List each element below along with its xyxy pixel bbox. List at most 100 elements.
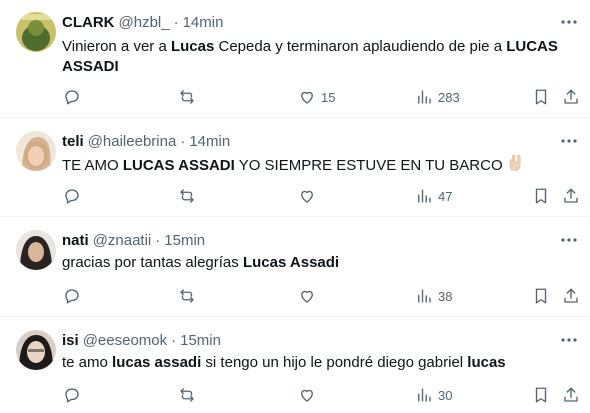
- like-button[interactable]: [298, 384, 321, 406]
- bookmark-icon: [535, 188, 547, 204]
- views-icon: [418, 388, 431, 402]
- reply-button[interactable]: [63, 185, 81, 207]
- more-icon: [561, 139, 577, 143]
- more-options-button[interactable]: [558, 330, 580, 350]
- tweet-text-highlight: lucas: [467, 354, 506, 371]
- retweet-icon: [180, 90, 194, 104]
- tweet-actions: 38: [0, 285, 590, 307]
- reply-button[interactable]: [63, 285, 81, 307]
- share-button[interactable]: [562, 185, 580, 207]
- tweet-text-part: Vinieron a ver a: [62, 38, 171, 55]
- views-count: 38: [438, 288, 453, 304]
- tweet[interactable]: nati @znaatii · 15min gracias por tantas…: [0, 217, 590, 317]
- timestamp[interactable]: 15min: [180, 332, 221, 349]
- more-icon: [561, 238, 577, 242]
- like-icon: [301, 91, 313, 104]
- tweet-actions: 47: [0, 185, 590, 207]
- user-handle[interactable]: @haileebrina: [88, 133, 177, 150]
- share-button[interactable]: [562, 285, 580, 307]
- more-options-button[interactable]: [558, 12, 580, 32]
- share-button[interactable]: [562, 86, 580, 108]
- like-icon: [301, 190, 313, 203]
- retweet-icon: [180, 289, 194, 303]
- reply-icon: [65, 90, 79, 105]
- like-count: 15: [321, 89, 336, 105]
- retweet-icon: [180, 388, 194, 402]
- bookmark-button[interactable]: [532, 86, 550, 108]
- views-button[interactable]: 38: [415, 285, 452, 307]
- bookmark-icon: [535, 387, 547, 403]
- share-icon: [564, 188, 578, 203]
- bookmark-button[interactable]: [532, 285, 550, 307]
- timestamp[interactable]: 15min: [164, 232, 205, 249]
- share-button[interactable]: [562, 384, 580, 406]
- rock-hand-emoji: [509, 154, 521, 171]
- tweet[interactable]: teli @haileebrina · 14min TE AMO LUCAS A…: [0, 118, 590, 217]
- tweet-actions: 15 283: [0, 86, 590, 108]
- views-icon: [418, 90, 431, 104]
- like-button[interactable]: [298, 285, 321, 307]
- timestamp[interactable]: 14min: [189, 133, 230, 150]
- views-icon: [418, 289, 431, 303]
- tweet[interactable]: isi @eeseomok · 15min te amo lucas assad…: [0, 317, 590, 413]
- separator-dot: ·: [155, 231, 161, 249]
- timestamp[interactable]: 14min: [183, 14, 224, 31]
- tweet-text: Vinieron a ver a Lucas Cepeda y terminar…: [62, 37, 570, 77]
- tweet-text-part: si tengo un hijo le pondré diego gabriel: [201, 354, 468, 371]
- reply-icon: [65, 189, 79, 204]
- share-icon: [564, 89, 578, 104]
- avatar[interactable]: [16, 12, 56, 52]
- reply-button[interactable]: [63, 384, 81, 406]
- more-options-button[interactable]: [558, 131, 580, 151]
- more-options-button[interactable]: [558, 230, 580, 250]
- bookmark-button[interactable]: [532, 384, 550, 406]
- tweet-text-part: te amo: [62, 354, 113, 371]
- more-icon: [561, 338, 577, 342]
- views-button[interactable]: 47: [415, 185, 452, 207]
- retweet-icon: [180, 189, 194, 203]
- tweet-header: CLARK @hzbl_ · 14min: [62, 12, 223, 32]
- tweet-text-highlight: Lucas Assadi: [242, 254, 340, 271]
- tweet[interactable]: CLARK @hzbl_ · 14min Vinieron a ver a Lu…: [0, 0, 590, 118]
- tweet-actions: 30: [0, 384, 590, 406]
- reply-button[interactable]: [63, 86, 81, 108]
- views-button[interactable]: 30: [415, 384, 452, 406]
- avatar[interactable]: [16, 131, 56, 171]
- like-icon: [301, 290, 313, 303]
- tweet-header: isi @eeseomok · 15min: [62, 330, 221, 350]
- avatar[interactable]: [16, 230, 56, 270]
- separator-dot: ·: [173, 13, 179, 31]
- retweet-button[interactable]: [178, 384, 196, 406]
- tweet-feed: CLARK @hzbl_ · 14min Vinieron a ver a Lu…: [0, 0, 590, 413]
- bookmark-icon: [535, 288, 547, 304]
- tweet-text: gracias por tantas alegrías Lucas Assadi: [62, 253, 570, 273]
- user-handle[interactable]: @hzbl_: [119, 14, 170, 31]
- separator-dot: ·: [171, 331, 177, 349]
- tweet-text-part: TE AMO: [62, 157, 123, 174]
- reply-icon: [65, 388, 79, 403]
- display-name[interactable]: CLARK: [62, 14, 115, 31]
- retweet-button[interactable]: [178, 285, 196, 307]
- tweet-text-highlight: lucas assadi: [112, 354, 202, 371]
- bookmark-button[interactable]: [532, 185, 550, 207]
- like-button[interactable]: [298, 185, 321, 207]
- views-icon: [418, 189, 431, 203]
- tweet-text-highlight: LUCAS ASSADI: [122, 157, 235, 174]
- tweet-text-part: gracias por tantas alegrías: [62, 254, 243, 271]
- user-handle[interactable]: @eeseomok: [83, 332, 167, 349]
- share-icon: [564, 288, 578, 303]
- tweet-header: teli @haileebrina · 14min: [62, 131, 230, 151]
- separator-dot: ·: [180, 132, 186, 150]
- display-name[interactable]: nati: [62, 232, 89, 249]
- views-button[interactable]: 283: [415, 86, 460, 108]
- display-name[interactable]: isi: [62, 332, 79, 349]
- user-handle[interactable]: @znaatii: [93, 232, 152, 249]
- retweet-button[interactable]: [178, 185, 196, 207]
- avatar[interactable]: [16, 330, 56, 370]
- like-button[interactable]: 15: [298, 86, 335, 108]
- tweet-header: nati @znaatii · 15min: [62, 230, 205, 250]
- like-icon: [301, 389, 313, 402]
- retweet-button[interactable]: [178, 86, 196, 108]
- tweet-text: TE AMO LUCAS ASSADI YO SIEMPRE ESTUVE EN…: [62, 154, 570, 176]
- display-name[interactable]: teli: [62, 133, 84, 150]
